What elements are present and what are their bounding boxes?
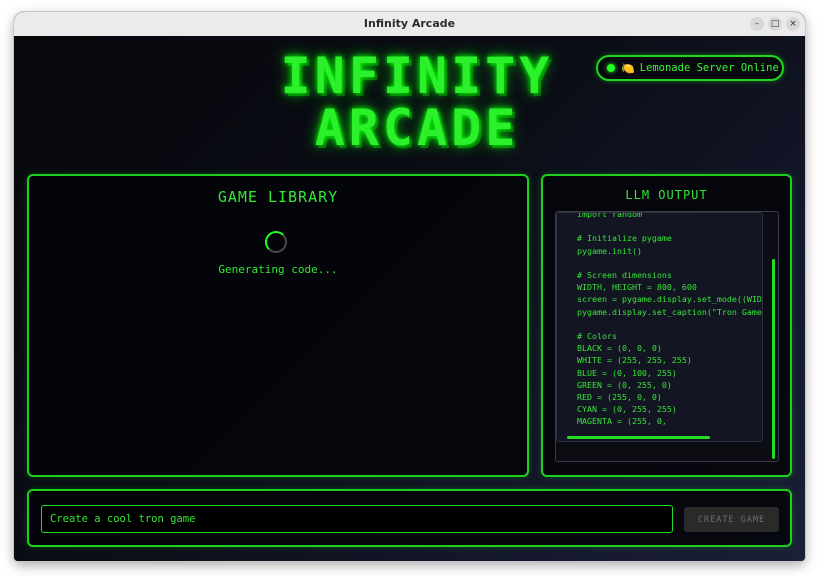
server-status-badge: 🍋 Lemonade Server Online	[596, 55, 784, 81]
game-prompt-input[interactable]	[41, 505, 673, 533]
status-text: Lemonade Server Online	[639, 62, 779, 74]
app-content: INFINITY ARCADE 🍋 Lemonade Server Online…	[14, 36, 805, 561]
window-title: Infinity Arcade	[363, 17, 456, 30]
llm-output-title: LLM OUTPUT	[625, 188, 708, 202]
maximize-button[interactable]: □	[768, 17, 782, 31]
game-library-title: GAME LIBRARY	[217, 188, 339, 206]
title-bar: Infinity Arcade – □ ×	[14, 12, 805, 37]
code-output-box[interactable]: import random # Initialize pygame pygame…	[556, 212, 763, 442]
loading-spinner-icon	[265, 231, 287, 253]
logo-line-1: INFINITY	[280, 47, 554, 105]
code-scroll-container[interactable]: import random # Initialize pygame pygame…	[555, 211, 779, 462]
vertical-scrollbar[interactable]	[772, 259, 775, 459]
horizontal-scrollbar[interactable]	[567, 436, 710, 439]
close-button[interactable]: ×	[786, 17, 800, 31]
llm-output-panel: LLM OUTPUT import random # Initialize py…	[541, 174, 792, 477]
prompt-panel: CREATE GAME	[27, 489, 792, 547]
create-game-button[interactable]: CREATE GAME	[684, 507, 779, 532]
code-output-text: import random # Initialize pygame pygame…	[577, 212, 763, 427]
game-library-panel: GAME LIBRARY Generating code...	[27, 174, 529, 477]
app-window: Infinity Arcade – □ × INFINITY ARCADE 🍋 …	[14, 12, 805, 561]
logo-line-2: ARCADE	[314, 99, 520, 157]
arcade-logo: INFINITY ARCADE	[267, 50, 567, 154]
generating-status: Generating code...	[218, 263, 338, 276]
minimize-button[interactable]: –	[750, 17, 764, 31]
status-dot-icon	[607, 64, 615, 72]
lemon-icon: 🍋	[621, 62, 635, 75]
